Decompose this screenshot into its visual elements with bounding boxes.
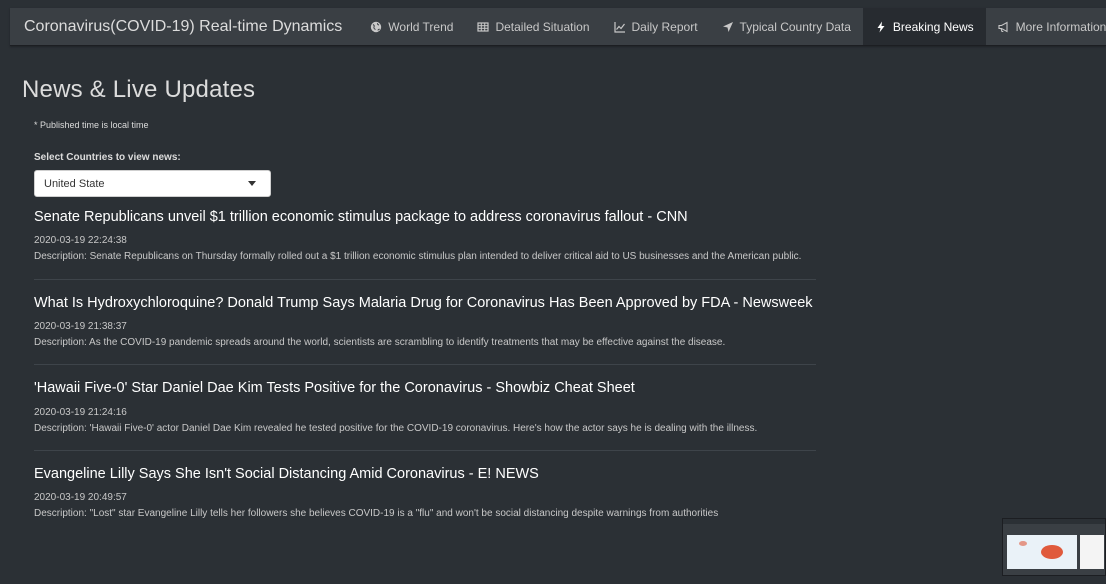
thumbnail-titlebar bbox=[1003, 519, 1105, 524]
country-select-value: United State bbox=[44, 177, 105, 190]
bolt-icon bbox=[875, 21, 887, 33]
nav-typical-country-data[interactable]: Typical Country Data bbox=[710, 8, 863, 45]
nav-label: World Trend bbox=[388, 19, 454, 34]
country-select-label: Select Countries to view news: bbox=[34, 152, 181, 163]
news-item: Evangeline Lilly Says She Isn't Social D… bbox=[34, 466, 816, 536]
thumbnail-map bbox=[1007, 535, 1077, 569]
nav-label: Daily Report bbox=[631, 19, 698, 34]
table-icon bbox=[477, 21, 490, 33]
news-item: What Is Hydroxychloroquine? Donald Trump… bbox=[34, 295, 816, 366]
app-brand[interactable]: Coronavirus(COVID-19) Real-time Dynamics bbox=[10, 8, 358, 45]
news-title[interactable]: What Is Hydroxychloroquine? Donald Trump… bbox=[34, 295, 816, 311]
news-item: Senate Republicans unveil $1 trillion ec… bbox=[34, 209, 816, 280]
news-description: Description: As the COVID-19 pandemic sp… bbox=[34, 336, 726, 348]
nav-detailed-situation[interactable]: Detailed Situation bbox=[465, 8, 601, 45]
bullhorn-icon bbox=[998, 21, 1010, 33]
line-chart-icon bbox=[613, 21, 626, 33]
news-time: 2020-03-19 20:49:57 bbox=[34, 492, 127, 504]
caret-down-icon bbox=[248, 181, 256, 186]
top-navbar: Coronavirus(COVID-19) Real-time Dynamics… bbox=[10, 8, 1106, 46]
nav-daily-report[interactable]: Daily Report bbox=[602, 8, 710, 45]
country-select[interactable]: United State bbox=[34, 170, 271, 197]
news-description: Description: 'Hawaii Five-0' actor Danie… bbox=[34, 422, 758, 434]
map-blob bbox=[1019, 541, 1027, 546]
news-item: 'Hawaii Five-0' Star Daniel Dae Kim Test… bbox=[34, 381, 816, 452]
news-time: 2020-03-19 22:24:38 bbox=[34, 235, 127, 247]
globe-icon bbox=[370, 21, 382, 33]
main-content: News & Live Updates * Published time is … bbox=[22, 60, 822, 552]
nav-label: More Information bbox=[1015, 19, 1106, 34]
news-title[interactable]: Evangeline Lilly Says She Isn't Social D… bbox=[34, 466, 816, 482]
thumbnail-panel bbox=[1080, 535, 1104, 569]
news-description: Description: Senate Republicans on Thurs… bbox=[34, 251, 802, 263]
location-arrow-icon bbox=[722, 21, 734, 33]
nav-world-trend[interactable]: World Trend bbox=[358, 8, 465, 45]
news-title[interactable]: Senate Republicans unveil $1 trillion ec… bbox=[34, 209, 816, 225]
news-description: Description: "Lost" star Evangeline Lill… bbox=[34, 508, 719, 520]
nav-label: Breaking News bbox=[892, 19, 974, 34]
map-blob bbox=[1041, 545, 1063, 559]
nav-more-information[interactable]: More Information bbox=[986, 8, 1106, 45]
news-title[interactable]: 'Hawaii Five-0' Star Daniel Dae Kim Test… bbox=[34, 381, 816, 396]
nav-label: Detailed Situation bbox=[495, 19, 590, 34]
window-preview-thumbnail[interactable] bbox=[1002, 518, 1106, 576]
news-list: Senate Republicans unveil $1 trillion ec… bbox=[34, 209, 816, 536]
nav-label: Typical Country Data bbox=[739, 19, 851, 34]
news-time: 2020-03-19 21:24:16 bbox=[34, 406, 127, 418]
nav-breaking-news[interactable]: Breaking News bbox=[862, 8, 986, 45]
published-time-note: * Published time is local time bbox=[34, 120, 149, 130]
page-title: News & Live Updates bbox=[22, 76, 256, 103]
news-time: 2020-03-19 21:38:37 bbox=[34, 320, 127, 332]
